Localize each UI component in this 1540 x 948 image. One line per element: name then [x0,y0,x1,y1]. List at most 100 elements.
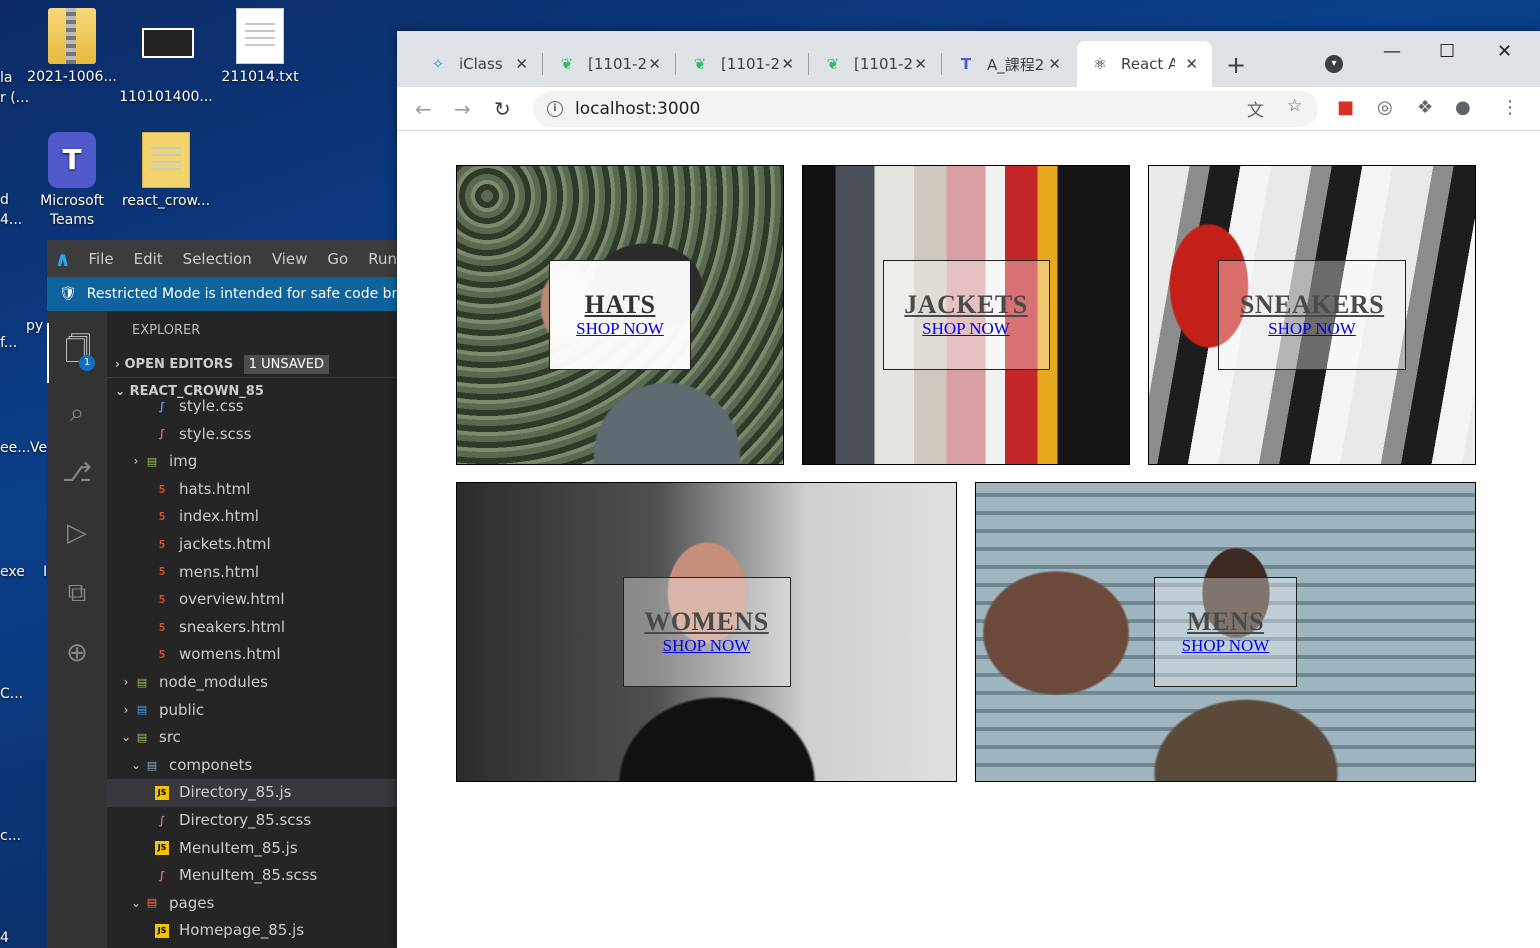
source-control-activity[interactable]: ⎇ [47,443,107,503]
profile-avatar-icon[interactable]: ● [1455,97,1471,118]
menu-item-mens[interactable]: MENS SHOP NOW [975,482,1476,782]
iclass-icon: ✧ [431,55,445,73]
tree-label: womens.html [179,645,281,664]
menu-edit[interactable]: Edit [124,250,173,268]
menu-item-jackets[interactable]: JACKETS SHOP NOW [802,165,1130,465]
tree-label: overview.html [179,590,285,609]
evernote-icon: ❦ [560,55,574,73]
explorer-activity[interactable]: 🗍 1 [47,323,107,383]
menu-kebab-icon[interactable]: ⋮ [1501,97,1519,118]
tree-folder[interactable]: › ▤ public [107,697,407,725]
extensions-activity[interactable]: ⧉ [47,563,107,623]
tab-evernote-1[interactable]: ❦ [1101-2 ✕ [542,41,675,87]
shop-now-link[interactable]: SHOP NOW [922,319,1010,339]
desktop-icon-label: 211014.txt [221,69,299,85]
tree-file[interactable]: 5 womens.html [107,641,407,669]
info-icon[interactable]: i [547,101,563,117]
tree-file[interactable]: ∫ Directory_85.scss [107,807,407,835]
open-editors-section[interactable]: › OPEN EDITORS 1 UNSAVED [107,351,407,377]
tree-file[interactable]: 5 hats.html [107,476,407,504]
close-icon[interactable]: ✕ [648,55,661,73]
tab-react-app[interactable]: ⚛ React A ✕ [1077,41,1212,87]
extension-red-icon[interactable]: ■ [1337,97,1354,118]
reload-icon[interactable]: ↻ [494,97,511,121]
html-file-icon: 5 [158,648,166,662]
menu-title: HATS [584,290,656,319]
close-window-icon[interactable]: ✕ [1497,41,1512,62]
extensions-puzzle-icon[interactable]: ❖ [1417,97,1433,118]
chevron-right-icon: › [123,674,129,689]
minimize-icon[interactable]: — [1383,41,1401,62]
tree-folder[interactable]: ⌄ ▤ componets [107,752,407,780]
tree-file[interactable]: 5 mens.html [107,559,407,587]
menu-content[interactable]: MENS SHOP NOW [1154,577,1297,687]
run-debug-activity[interactable]: ▷ [47,503,107,563]
close-icon[interactable]: ✕ [1185,55,1198,73]
git-graph-activity[interactable]: ⊕ [47,623,107,683]
desktop-partial-label: Ve [30,440,48,456]
html-file-icon: 5 [158,592,166,606]
tab-search-icon[interactable]: ▾ [1325,55,1343,73]
star-icon[interactable]: ☆ [1287,96,1302,116]
html-file-icon: 5 [158,482,166,496]
tree-file[interactable]: JS MenuItem_85.js [107,835,407,863]
tree-file[interactable]: 5 overview.html [107,586,407,614]
address-bar[interactable]: i localhost:3000 [533,91,1318,127]
forward-icon[interactable]: → [454,97,471,121]
js-file-icon: JS [155,924,169,939]
menu-item-hats[interactable]: HATS SHOP NOW [456,165,784,465]
maximize-icon[interactable]: ☐ [1439,41,1455,62]
desktop-icon-folder[interactable]: react_crow... [118,132,214,211]
new-tab-button[interactable]: + [1226,51,1246,79]
shop-now-link[interactable]: SHOP NOW [1268,319,1356,339]
run-debug-icon: ▷ [67,518,87,548]
close-icon[interactable]: ✕ [515,55,528,73]
close-icon[interactable]: ✕ [914,55,927,73]
restricted-mode-banner[interactable]: 🛡 Restricted Mode is intended for safe c… [47,277,407,311]
tree-file[interactable]: 5 index.html [107,503,407,531]
tree-label: MenuItem_85.js [179,838,298,857]
tree-label: Homepage_85.js [179,921,305,940]
chevron-right-icon: › [133,454,139,469]
menu-item-womens[interactable]: WOMENS SHOP NOW [456,482,957,782]
search-activity[interactable]: ⌕ [47,383,107,443]
menu-selection[interactable]: Selection [173,250,262,268]
tree-folder[interactable]: › ▤ node_modules [107,669,407,697]
desktop-icon-zip[interactable]: 2021-1006... [24,8,120,87]
tree-file[interactable]: JS Homepage_85.js [107,917,407,945]
menu-content[interactable]: SNEAKERS SHOP NOW [1218,260,1406,370]
menu-go[interactable]: Go [317,250,358,268]
close-icon[interactable]: ✕ [1048,55,1061,73]
menu-content[interactable]: HATS SHOP NOW [549,260,691,370]
tree-file[interactable]: 5 jackets.html [107,531,407,559]
back-icon[interactable]: ← [415,97,432,121]
tree-file[interactable]: ∫ style.scss [107,421,407,449]
tree-file[interactable]: JS Directory_85.js [107,779,407,807]
translate-icon[interactable]: 文 [1247,96,1264,121]
desktop-icon-txt[interactable]: 211014.txt [212,8,308,87]
browser-window: ✧ iClass ✕ ❦ [1101-2 ✕ ❦ [1101-2 ✕ ❦ [11… [397,31,1540,948]
menu-content[interactable]: JACKETS SHOP NOW [882,260,1050,370]
shop-now-link[interactable]: SHOP NOW [663,636,751,656]
desktop-icon-teams[interactable]: T Microsoft Teams [24,132,120,230]
tree-file[interactable]: 5 sneakers.html [107,614,407,642]
menu-file[interactable]: File [79,250,124,268]
tab-evernote-2[interactable]: ❦ [1101-2 ✕ [675,41,808,87]
tab-label: A_課程2 [987,55,1045,74]
extension-circle-icon[interactable]: ◎ [1377,97,1393,118]
tree-folder[interactable]: › ▤ img [107,448,407,476]
tree-file[interactable]: ∫ MenuItem_85.scss [107,862,407,890]
menu-item-sneakers[interactable]: SNEAKERS SHOP NOW [1148,165,1476,465]
shop-now-link[interactable]: SHOP NOW [576,319,664,339]
tree-folder[interactable]: ⌄ ▤ pages [107,890,407,918]
close-icon[interactable]: ✕ [781,55,794,73]
tab-teams[interactable]: T A_課程2 ✕ [941,41,1075,87]
shop-now-link[interactable]: SHOP NOW [1182,636,1270,656]
menu-content[interactable]: WOMENS SHOP NOW [622,577,791,687]
desktop-icon-image[interactable]: 110101400... [118,8,214,107]
tab-iclass[interactable]: ✧ iClass ✕ [405,41,542,87]
tab-evernote-3[interactable]: ❦ [1101-2 ✕ [808,41,941,87]
scss-file-icon: ∫ [158,427,166,441]
tree-folder[interactable]: ⌄ ▤ src [107,724,407,752]
menu-view[interactable]: View [262,250,318,268]
